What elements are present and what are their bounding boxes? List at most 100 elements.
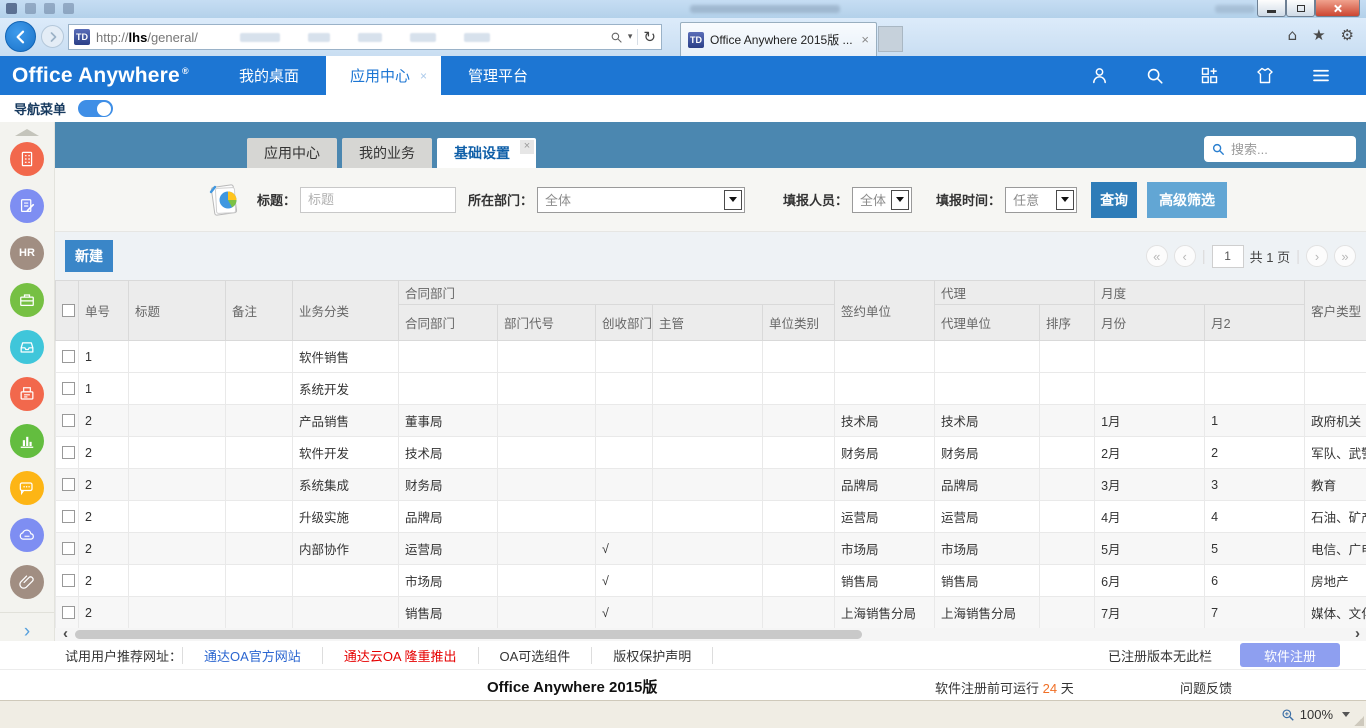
- sidebar-item-cloud[interactable]: [10, 518, 44, 552]
- table-cell: [653, 501, 763, 533]
- sidebar-item-org[interactable]: [10, 142, 44, 176]
- sidebar-item-fax[interactable]: [10, 377, 44, 411]
- table-cell: 2: [79, 437, 129, 469]
- nav-tab-close-icon[interactable]: ×: [420, 69, 427, 83]
- search-input[interactable]: [1231, 142, 1336, 157]
- next-page-button[interactable]: ›: [1306, 245, 1328, 267]
- new-record-button[interactable]: 新建: [65, 240, 113, 272]
- nav-menu-app-center[interactable]: 应用中心×: [326, 56, 441, 95]
- browser-tab[interactable]: TD Office Anywhere 2015版 ... ×: [680, 22, 877, 56]
- search-icon[interactable]: [1144, 65, 1165, 86]
- nav-menu-toggle[interactable]: [78, 100, 113, 117]
- sidebar-item-chat[interactable]: [10, 471, 44, 505]
- cloud-oa-link[interactable]: 通达云OA 隆重推出: [322, 647, 478, 664]
- back-button[interactable]: [5, 21, 36, 52]
- oa-navbar: Office Anywhere® 我的桌面 应用中心× 管理平台: [0, 56, 1366, 95]
- tab-close-icon[interactable]: ×: [861, 32, 869, 47]
- org-building-icon: [17, 149, 37, 169]
- row-checkbox[interactable]: [62, 542, 75, 555]
- table-cell: [498, 533, 596, 565]
- sidebar-item-hr[interactable]: HR: [10, 236, 44, 270]
- settings-gear-icon[interactable]: ⚙: [1341, 26, 1354, 44]
- row-checkbox[interactable]: [62, 510, 75, 523]
- search-dropdown-icon[interactable]: ▾: [628, 32, 633, 42]
- address-bar[interactable]: TD http://lhs/general/ ▾ ↻: [68, 24, 662, 50]
- user-icon[interactable]: [1089, 65, 1110, 86]
- column-header: 代理单位: [935, 305, 1040, 341]
- nav-menu-admin[interactable]: 管理平台: [441, 56, 555, 95]
- dept-select[interactable]: 全体: [537, 187, 745, 213]
- module-tab-app-center[interactable]: 应用中心: [247, 138, 337, 168]
- module-tab-basic-settings[interactable]: 基础设置×: [437, 138, 536, 168]
- module-search-box[interactable]: [1204, 136, 1356, 162]
- scroll-left-icon[interactable]: ‹: [63, 625, 68, 641]
- row-checkbox[interactable]: [62, 414, 75, 427]
- table-cell: 1: [79, 373, 129, 405]
- data-table: 单号 标题 备注 业务分类 合同部门 签约单位 代理 月度 客户类型 合同部门 …: [55, 280, 1366, 628]
- table-cell: 2: [79, 501, 129, 533]
- components-link[interactable]: OA可选组件: [478, 647, 592, 664]
- module-tab-close-icon[interactable]: ×: [520, 140, 534, 154]
- sidebar-item-workflow[interactable]: [10, 189, 44, 223]
- table-cell: 3月: [1095, 469, 1205, 501]
- advanced-filter-button[interactable]: 高级筛选: [1147, 182, 1227, 218]
- table-row: 1系统开发: [56, 373, 1366, 405]
- restore-button[interactable]: [1286, 0, 1315, 17]
- zoom-control[interactable]: 100%: [1281, 707, 1350, 722]
- table-cell: 4月: [1095, 501, 1205, 533]
- minimize-button[interactable]: [1257, 0, 1286, 17]
- page-number-input[interactable]: [1212, 245, 1244, 268]
- table-cell: [763, 373, 835, 405]
- last-page-button[interactable]: »: [1334, 245, 1356, 267]
- table-cell: 运营局: [835, 501, 935, 533]
- row-checkbox[interactable]: [62, 446, 75, 459]
- feedback-link[interactable]: 问题反馈: [1180, 678, 1232, 697]
- time-select[interactable]: 任意: [1005, 187, 1077, 213]
- row-checkbox[interactable]: [62, 574, 75, 587]
- table-cell: [129, 341, 226, 373]
- select-all-checkbox[interactable]: [62, 304, 75, 317]
- theme-shirt-icon[interactable]: [1254, 65, 1276, 86]
- new-tab-button[interactable]: [878, 26, 903, 52]
- zoom-dropdown-icon[interactable]: [1342, 712, 1350, 717]
- sidebar-collapse-up-icon[interactable]: [15, 129, 39, 136]
- close-button[interactable]: [1315, 0, 1360, 17]
- row-checkbox[interactable]: [62, 350, 75, 363]
- scroll-right-icon[interactable]: ›: [1355, 625, 1360, 641]
- prev-page-button[interactable]: ‹: [1174, 245, 1196, 267]
- table-cell: 房地产: [1305, 565, 1366, 597]
- table-cell: [1095, 373, 1205, 405]
- favorites-star-icon[interactable]: ★: [1312, 26, 1325, 44]
- scrollbar-thumb[interactable]: [75, 630, 862, 639]
- software-register-button[interactable]: 软件注册: [1240, 643, 1340, 667]
- menu-hamburger-icon[interactable]: [1310, 65, 1332, 86]
- title-filter-input[interactable]: [300, 187, 456, 213]
- row-checkbox[interactable]: [62, 606, 75, 619]
- row-checkbox[interactable]: [62, 478, 75, 491]
- copyright-link[interactable]: 版权保护声明: [591, 647, 713, 664]
- address-search-icon[interactable]: [610, 31, 623, 44]
- table-cell: [129, 597, 226, 629]
- table-cell: 7: [1205, 597, 1305, 629]
- query-button[interactable]: 查询: [1091, 182, 1137, 218]
- table-cell: 军队、武警: [1305, 437, 1366, 469]
- forward-button[interactable]: [41, 25, 64, 48]
- horizontal-scrollbar[interactable]: ‹ ›: [55, 628, 1366, 641]
- sidebar-item-report[interactable]: [10, 424, 44, 458]
- table-cell: [129, 565, 226, 597]
- person-select[interactable]: 全体: [852, 187, 912, 213]
- row-checkbox[interactable]: [62, 382, 75, 395]
- nav-menu-desktop[interactable]: 我的桌面: [212, 56, 326, 95]
- apps-grid-icon[interactable]: [1199, 65, 1220, 86]
- sidebar-item-inbox[interactable]: [10, 330, 44, 364]
- official-site-link[interactable]: 通达OA官方网站: [182, 647, 322, 664]
- sidebar-item-attachments[interactable]: [10, 565, 44, 599]
- module-tab-my-business[interactable]: 我的业务: [342, 138, 432, 168]
- table-cell: [1205, 341, 1305, 373]
- first-page-button[interactable]: «: [1146, 245, 1168, 267]
- refresh-icon[interactable]: ↻: [643, 28, 656, 46]
- sidebar-item-briefcase[interactable]: [10, 283, 44, 317]
- home-icon[interactable]: ⌂: [1288, 26, 1298, 44]
- paperclip-icon: [17, 572, 37, 592]
- row-select-cell: [56, 373, 79, 405]
